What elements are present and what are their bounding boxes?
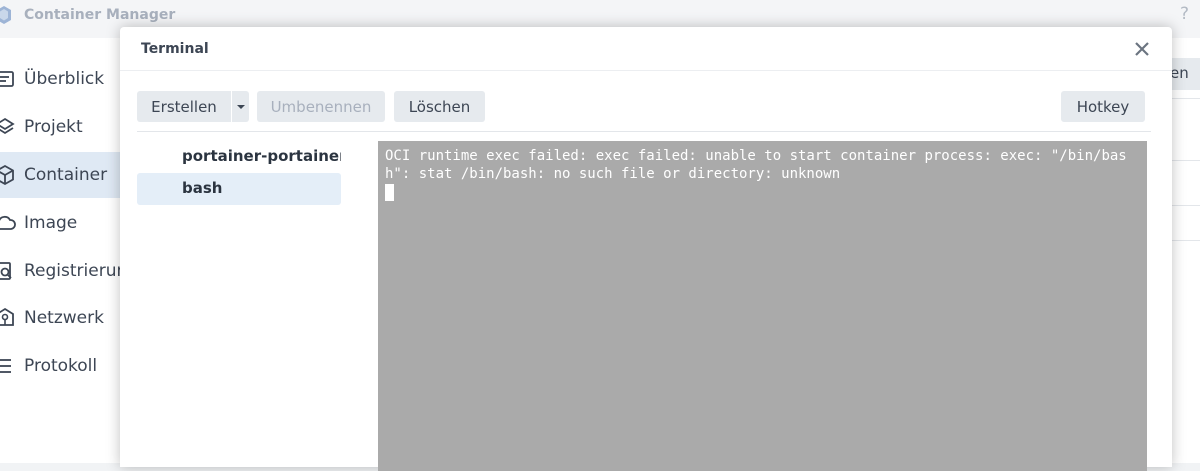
session-item-portainer[interactable]: portainer-portainer [137,141,341,173]
terminal-dialog: Terminal Erstellen Umbenennen Löschen Ho… [120,27,1172,471]
close-icon[interactable] [1132,39,1152,59]
dialog-header: Terminal [120,27,1172,71]
app-title: Container Manager [24,7,176,23]
sidebar-item-label: Registrierun [24,261,128,281]
rename-button[interactable]: Umbenennen [257,91,385,122]
create-button[interactable]: Erstellen [137,91,231,122]
sidebar-item-registry[interactable]: Registrierun [0,248,127,294]
create-dropdown-button[interactable] [232,91,249,122]
overview-icon [0,71,14,87]
caret-down-icon [236,104,245,109]
sidebar-item-project[interactable]: Projekt [0,104,120,150]
session-item-bash[interactable]: bash [137,173,341,205]
sidebar-item-label: Projekt [24,117,83,137]
terminal-cursor [385,184,394,201]
image-icon [0,215,16,230]
container-icon [0,164,14,186]
session-label: portainer-portainer [182,147,341,165]
sidebar-item-log[interactable]: Protokoll [0,343,120,389]
project-icon [0,117,15,135]
sidebar-item-network[interactable]: Netzwerk [0,295,120,341]
container-manager-logo-icon [0,6,11,24]
help-icon[interactable]: ? [1180,4,1189,24]
hotkey-button[interactable]: Hotkey [1061,91,1145,122]
log-icon [0,359,11,373]
delete-button[interactable]: Löschen [394,91,485,122]
sidebar-item-label: Protokoll [24,356,98,376]
sidebar-item-label: Netzwerk [24,308,104,328]
sidebar-item-label: Container [24,165,108,185]
main-toolbar-partial-label[interactable]: en [1170,64,1189,82]
session-label: bash [182,179,223,197]
sidebar-item-label: Image [24,213,78,233]
sidebar: Überblick Projekt Container Image Regist… [0,38,127,463]
divider [137,131,1151,132]
dialog-title: Terminal [141,41,209,57]
registry-icon [0,262,12,280]
terminal-console[interactable]: OCI runtime exec failed: exec failed: un… [378,141,1147,471]
sidebar-item-container[interactable]: Container [0,152,120,198]
network-icon [0,307,14,326]
terminal-output: OCI runtime exec failed: exec failed: un… [385,148,1127,182]
sidebar-item-image[interactable]: Image [0,200,120,246]
sidebar-item-overview[interactable]: Überblick [0,56,120,102]
sidebar-item-label: Überblick [24,69,105,89]
